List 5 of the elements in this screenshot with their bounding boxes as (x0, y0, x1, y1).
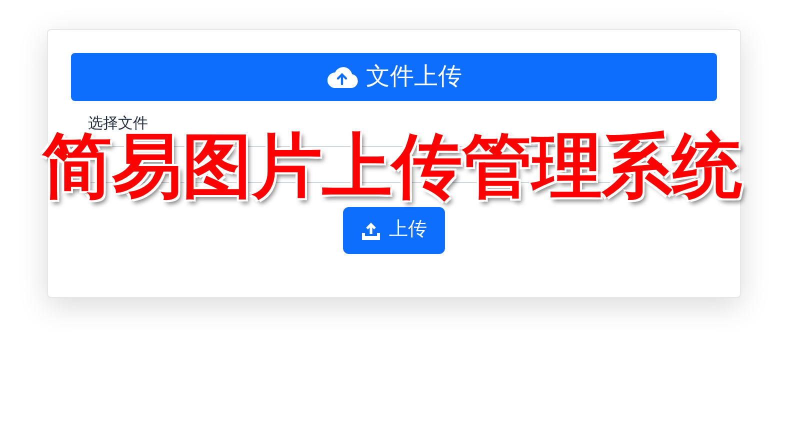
upload-button[interactable]: 上传 (343, 207, 445, 254)
upload-icon (361, 222, 381, 240)
header-title: 文件上传 (366, 62, 462, 92)
cloud-upload-icon (326, 65, 358, 89)
field-label: 选择文件 (88, 115, 148, 132)
